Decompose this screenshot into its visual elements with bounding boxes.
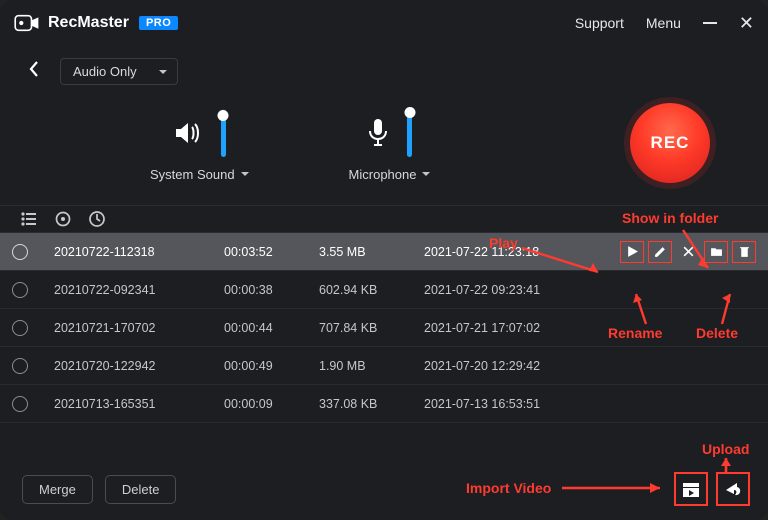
recording-duration: 00:00:38 bbox=[224, 283, 319, 297]
list-item[interactable]: 20210722-092341 00:00:38 602.94 KB 2021-… bbox=[0, 271, 768, 309]
import-video-button[interactable] bbox=[674, 472, 708, 506]
app-window: RecMaster PRO Support Menu ✕ Audio Only bbox=[0, 0, 768, 520]
recording-name: 20210713-165351 bbox=[54, 397, 224, 411]
camera-icon bbox=[14, 13, 40, 33]
minimize-button[interactable] bbox=[703, 22, 717, 24]
title-bar: RecMaster PRO Support Menu ✕ bbox=[0, 0, 768, 46]
recording-name: 20210722-112318 bbox=[54, 245, 224, 259]
cut-button[interactable] bbox=[676, 241, 700, 263]
recording-date: 2021-07-13 16:53:51 bbox=[424, 397, 606, 411]
schedule-icon[interactable] bbox=[88, 210, 106, 228]
mode-dropdown[interactable]: Audio Only bbox=[60, 58, 178, 85]
app-name: RecMaster bbox=[48, 14, 129, 32]
support-link[interactable]: Support bbox=[575, 15, 624, 31]
system-sound-slider[interactable] bbox=[221, 109, 226, 157]
list-item[interactable]: 20210721-170702 00:00:44 707.84 KB 2021-… bbox=[0, 309, 768, 347]
pro-badge: PRO bbox=[139, 16, 178, 30]
show-in-folder-button[interactable] bbox=[704, 241, 728, 263]
list-item[interactable]: 20210713-165351 00:00:09 337.08 KB 2021-… bbox=[0, 385, 768, 423]
microphone-icon bbox=[367, 118, 389, 148]
delete-button[interactable] bbox=[732, 241, 756, 263]
recording-date: 2021-07-22 11:23:18 bbox=[424, 245, 606, 259]
microphone-label: Microphone bbox=[349, 167, 417, 182]
recording-size: 337.08 KB bbox=[319, 397, 424, 411]
recording-size: 1.90 MB bbox=[319, 359, 424, 373]
record-button[interactable]: REC bbox=[630, 103, 710, 183]
system-sound-label: System Sound bbox=[150, 167, 235, 182]
upload-button[interactable] bbox=[716, 472, 750, 506]
recording-date: 2021-07-22 09:23:41 bbox=[424, 283, 606, 297]
rename-button[interactable] bbox=[648, 241, 672, 263]
app-logo: RecMaster bbox=[14, 13, 129, 33]
recording-size: 3.55 MB bbox=[319, 245, 424, 259]
chevron-down-icon bbox=[422, 172, 430, 180]
row-actions bbox=[606, 241, 756, 263]
select-radio[interactable] bbox=[12, 244, 28, 260]
recording-duration: 00:00:44 bbox=[224, 321, 319, 335]
system-sound-dropdown[interactable]: System Sound bbox=[150, 167, 249, 182]
list-item[interactable]: 20210722-112318 00:03:52 3.55 MB 2021-07… bbox=[0, 233, 768, 271]
recording-size: 602.94 KB bbox=[319, 283, 424, 297]
list-tabs bbox=[0, 205, 768, 233]
microphone-dropdown[interactable]: Microphone bbox=[349, 167, 431, 182]
mode-bar: Audio Only bbox=[0, 46, 768, 85]
recording-duration: 00:03:52 bbox=[224, 245, 319, 259]
annotation-upload: Upload bbox=[702, 441, 749, 457]
recording-duration: 00:00:49 bbox=[224, 359, 319, 373]
chevron-down-icon bbox=[241, 172, 249, 180]
delete-all-button[interactable]: Delete bbox=[105, 475, 177, 504]
gear-icon[interactable] bbox=[54, 210, 72, 228]
select-radio[interactable] bbox=[12, 320, 28, 336]
recording-date: 2021-07-21 17:07:02 bbox=[424, 321, 606, 335]
microphone-slider[interactable] bbox=[407, 109, 412, 157]
bottom-bar: Merge Delete bbox=[0, 462, 768, 520]
select-radio[interactable] bbox=[12, 282, 28, 298]
list-item[interactable]: 20210720-122942 00:00:49 1.90 MB 2021-07… bbox=[0, 347, 768, 385]
menu-link[interactable]: Menu bbox=[646, 15, 681, 31]
recording-size: 707.84 KB bbox=[319, 321, 424, 335]
controls-panel: System Sound Microphone REC bbox=[0, 85, 768, 205]
speaker-icon bbox=[173, 120, 203, 146]
back-button[interactable] bbox=[28, 60, 40, 84]
recording-name: 20210720-122942 bbox=[54, 359, 224, 373]
list-view-icon[interactable] bbox=[20, 210, 38, 228]
recording-name: 20210722-092341 bbox=[54, 283, 224, 297]
system-sound-control: System Sound bbox=[150, 109, 249, 182]
recording-date: 2021-07-20 12:29:42 bbox=[424, 359, 606, 373]
select-radio[interactable] bbox=[12, 358, 28, 374]
recording-name: 20210721-170702 bbox=[54, 321, 224, 335]
recording-duration: 00:00:09 bbox=[224, 397, 319, 411]
microphone-control: Microphone bbox=[349, 109, 431, 182]
select-radio[interactable] bbox=[12, 396, 28, 412]
recordings-list: 20210722-112318 00:03:52 3.55 MB 2021-07… bbox=[0, 233, 768, 423]
close-button[interactable]: ✕ bbox=[739, 13, 754, 34]
play-button[interactable] bbox=[620, 241, 644, 263]
merge-button[interactable]: Merge bbox=[22, 475, 93, 504]
